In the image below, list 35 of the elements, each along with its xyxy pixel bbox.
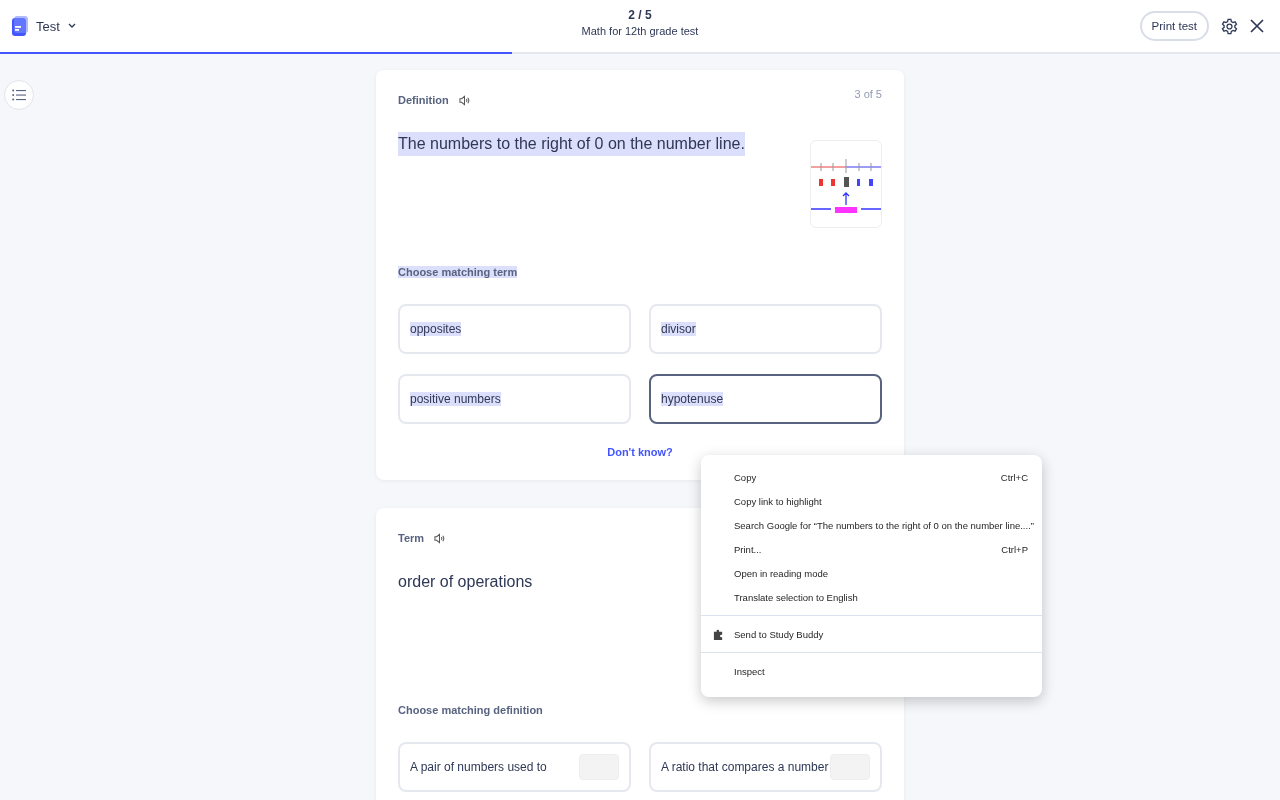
instruction-text: Choose matching term bbox=[398, 266, 518, 278]
menu-item[interactable]: Copy link to highlight bbox=[701, 489, 1042, 513]
answer-option[interactable]: hypotenuse bbox=[649, 374, 882, 424]
menu-item[interactable]: Translate selection to English bbox=[701, 585, 1042, 609]
chevron-down-icon[interactable] bbox=[67, 23, 76, 29]
set-title[interactable]: Test bbox=[36, 18, 60, 34]
list-icon bbox=[12, 89, 26, 101]
answer-option[interactable]: divisor bbox=[649, 304, 882, 354]
progress-count: 2 / 5 bbox=[628, 8, 652, 22]
close-icon[interactable] bbox=[1250, 19, 1264, 33]
list-toggle-button[interactable] bbox=[4, 80, 34, 110]
menu-item[interactable]: Search Google for “The numbers to the right of 0 on the number line....” bbox=[701, 513, 1042, 537]
answer-option[interactable]: positive numbers bbox=[398, 374, 631, 424]
question-counter: 3 of 5 bbox=[854, 88, 882, 100]
answer-option[interactable]: opposites bbox=[398, 304, 631, 354]
menu-item[interactable]: Open in reading mode bbox=[701, 561, 1042, 585]
speaker-icon[interactable] bbox=[458, 94, 470, 106]
question-text: The numbers to the right of 0 on the number line. bbox=[398, 132, 745, 156]
document-icon bbox=[12, 16, 28, 36]
menu-item[interactable]: Print... Ctrl+P bbox=[701, 537, 1042, 561]
question-text: order of operations bbox=[398, 572, 533, 592]
card-label: Term bbox=[398, 532, 425, 544]
instruction-text: Choose matching definition bbox=[398, 704, 543, 716]
answer-option[interactable]: A pair of numbers used to bbox=[398, 742, 631, 792]
speaker-icon[interactable] bbox=[434, 532, 446, 544]
print-test-button[interactable]: Print test bbox=[1139, 11, 1209, 41]
test-title: Math for 12th grade test bbox=[581, 25, 699, 37]
puzzle-icon bbox=[713, 628, 724, 640]
menu-item[interactable]: Copy Ctrl+C bbox=[701, 465, 1042, 489]
menu-item[interactable]: Send to Study Buddy bbox=[701, 622, 1042, 646]
card-label: Definition bbox=[398, 94, 449, 106]
menu-item[interactable]: Inspect bbox=[701, 659, 1042, 683]
settings-icon[interactable] bbox=[1221, 17, 1238, 35]
dont-know-link[interactable]: Don't know? bbox=[607, 446, 673, 458]
answer-option[interactable]: A ratio that compares a number bbox=[649, 742, 882, 792]
